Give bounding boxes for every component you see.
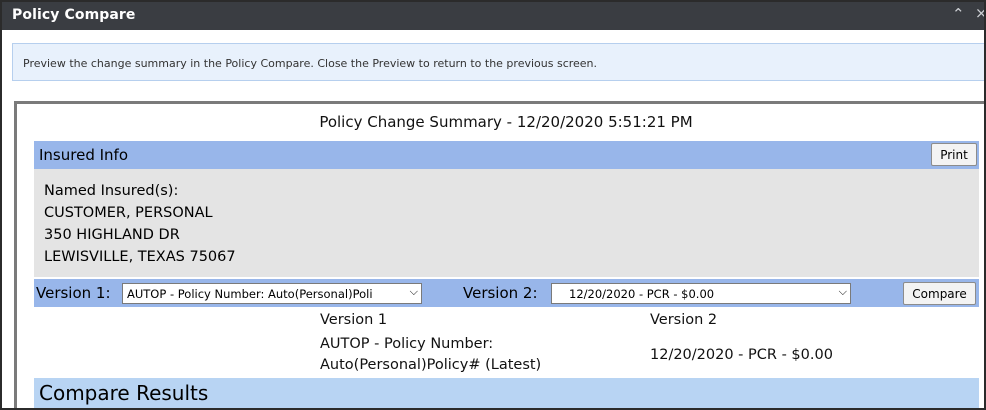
version1-select[interactable]: AUTOP - Policy Number: Auto(Personal)Pol…	[122, 283, 422, 304]
insured-name: CUSTOMER, PERSONAL	[44, 205, 213, 221]
version2-select[interactable]: 12/20/2020 - PCR - $0.00 ⌵	[551, 283, 851, 304]
version1-selected-value: AUTOP - Policy Number: Auto(Personal)Pol…	[127, 287, 373, 301]
version1-column-header: Version 1	[320, 312, 388, 328]
policy-compare-window: Policy Compare ⌃ × Preview the change su…	[0, 0, 986, 410]
named-insured-label: Named Insured(s):	[44, 183, 179, 199]
version2-label: Version 2:	[463, 284, 538, 302]
insured-address-street: 350 HIGHLAND DR	[44, 227, 180, 243]
insured-info-header: Insured Info Print	[34, 141, 979, 169]
version1-value-line1: AUTOP - Policy Number:	[320, 336, 494, 352]
version2-column-header: Version 2	[650, 312, 718, 328]
chevron-down-icon: ⌵	[407, 285, 418, 299]
version1-column-value: AUTOP - Policy Number: Auto(Personal)Pol…	[320, 334, 620, 376]
version1-value-line2: Auto(Personal)Policy# (Latest)	[320, 357, 542, 373]
insured-address-city: LEWISVILLE, TEXAS 75067	[44, 249, 236, 265]
close-icon[interactable]: ×	[975, 4, 984, 22]
version2-column-value: 12/20/2020 - PCR - $0.00	[650, 347, 833, 363]
version-selector-bar: Version 1: AUTOP - Policy Number: Auto(P…	[34, 279, 979, 307]
insured-info-label: Insured Info	[39, 146, 128, 164]
window-title: Policy Compare	[12, 7, 136, 23]
window-titlebar: Policy Compare ⌃ ×	[2, 2, 984, 30]
chevron-up-icon[interactable]: ⌃	[952, 5, 965, 23]
insured-details: Named Insured(s): CUSTOMER, PERSONAL 350…	[34, 169, 979, 277]
summary-title-text: Policy Change Summary - 12/20/2020 5:51:…	[319, 113, 693, 131]
summary-title: Policy Change Summary - 12/20/2020 5:51:…	[2, 113, 984, 131]
chevron-down-icon: ⌵	[836, 285, 847, 299]
version2-selected-value: 12/20/2020 - PCR - $0.00	[569, 287, 715, 301]
version1-label: Version 1:	[36, 284, 111, 302]
compare-button[interactable]: Compare	[903, 282, 976, 305]
print-button[interactable]: Print	[931, 143, 977, 166]
compare-results-header: Compare Results	[34, 378, 979, 408]
info-banner: Preview the change summary in the Policy…	[12, 43, 984, 81]
